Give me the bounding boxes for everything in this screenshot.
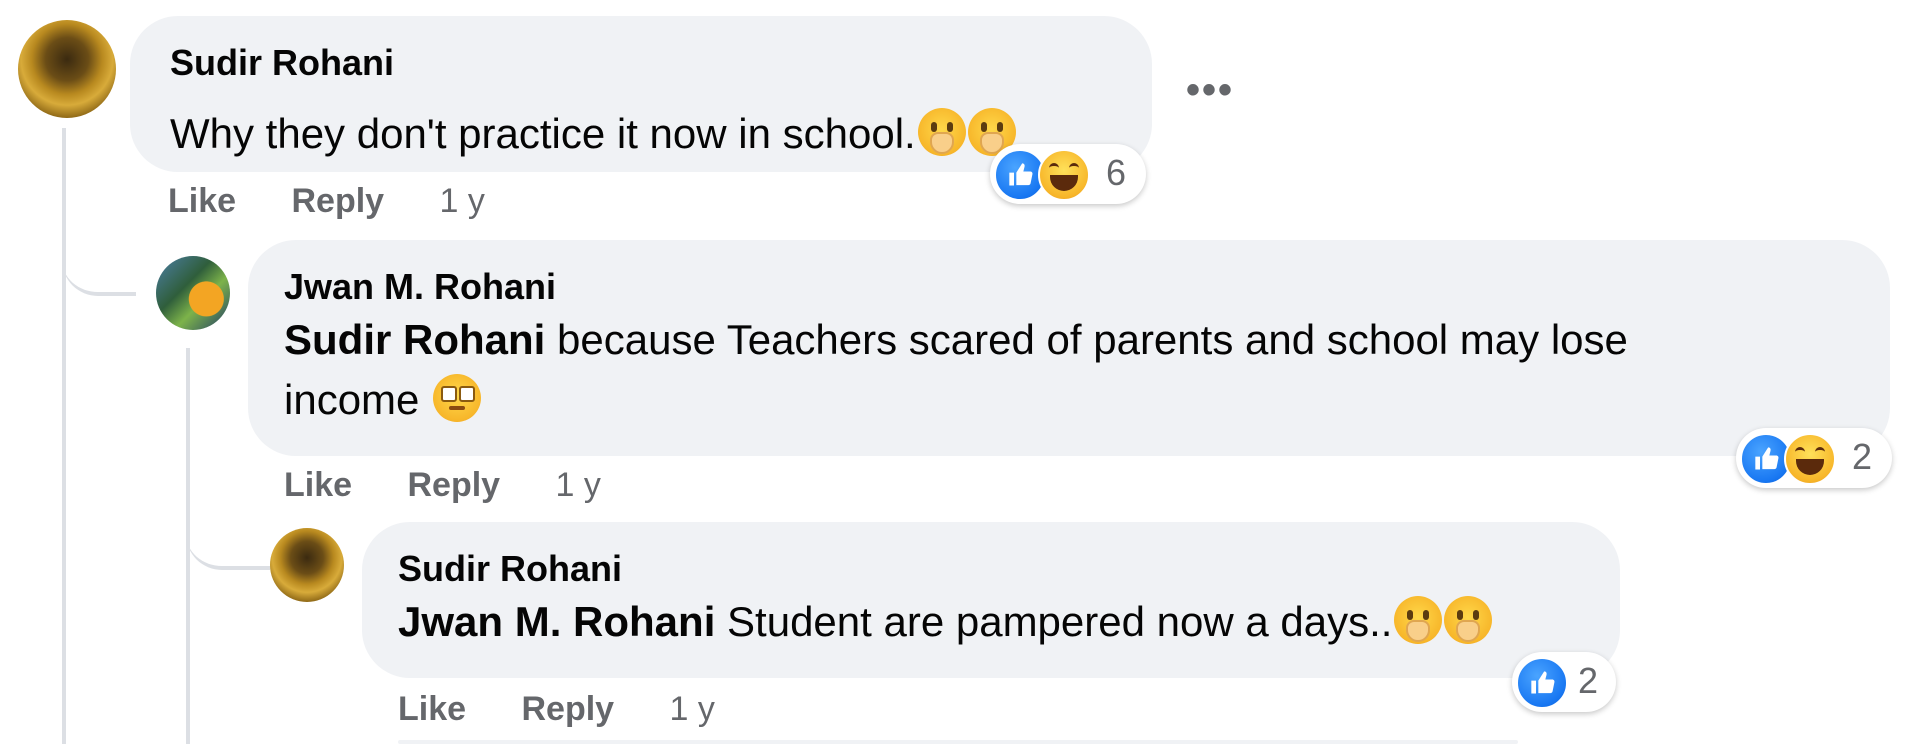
avatar-sudir-rohani[interactable] (270, 528, 344, 602)
comment-text: Jwan M. Rohani Student are pampered now … (398, 592, 1493, 652)
reaction-summary[interactable]: 2 (1736, 428, 1892, 488)
like-reaction-icon (1516, 657, 1568, 709)
mention-link[interactable]: Jwan M. Rohani (398, 598, 715, 645)
mention-link[interactable]: Sudir Rohani (284, 316, 545, 363)
comment-bubble-1: Sudir Rohani Why they don't practice it … (130, 16, 1152, 172)
more-options-icon[interactable]: ••• (1186, 68, 1234, 113)
reply-button[interactable]: Reply (522, 690, 615, 729)
reply-button[interactable]: Reply (292, 182, 385, 221)
comment-timestamp[interactable]: 1 y (670, 690, 715, 729)
hand-over-mouth-emoji (917, 108, 966, 156)
comment-text: Why they don't practice it now in school… (170, 104, 1016, 164)
comment-author[interactable]: Jwan M. Rohani (284, 266, 556, 308)
thread-connector-1 (62, 250, 136, 296)
comment-bubble-3: Sudir Rohani Jwan M. Rohani Student are … (362, 522, 1620, 678)
reaction-summary[interactable]: 2 (1512, 652, 1616, 712)
comment-text: Sudir Rohani because Teachers scared of … (284, 310, 1628, 370)
like-button[interactable]: Like (168, 182, 236, 221)
haha-reaction-icon (1038, 149, 1090, 201)
reaction-summary[interactable]: 6 (990, 144, 1146, 204)
like-button[interactable]: Like (284, 466, 352, 505)
comment-text-continued: income (284, 370, 482, 430)
reaction-count: 2 (1852, 436, 1873, 477)
hand-over-mouth-emoji (1394, 596, 1443, 644)
comment-text-line1: because Teachers scared of parents and s… (545, 316, 1628, 363)
reply-button[interactable]: Reply (408, 466, 501, 505)
avatar-sudir-rohani[interactable] (18, 20, 116, 118)
avatar-jwan-rohani[interactable] (156, 256, 230, 330)
thread-line-main (62, 128, 66, 744)
reaction-count: 2 (1578, 660, 1599, 701)
reaction-count: 6 (1106, 152, 1127, 193)
next-bubble-edge (398, 740, 1518, 744)
hand-over-mouth-emoji (1444, 596, 1493, 644)
comment-text-line2: income (284, 376, 432, 423)
thread-connector-2 (186, 530, 270, 570)
comment-actions: Like Reply 1 y (284, 466, 601, 505)
like-button[interactable]: Like (398, 690, 466, 729)
comment-text-body: Why they don't practice it now in school… (170, 110, 916, 157)
comment-timestamp[interactable]: 1 y (440, 182, 485, 221)
eye-roll-emoji (433, 374, 482, 422)
comment-actions: Like Reply 1 y (168, 182, 485, 221)
comment-actions: Like Reply 1 y (398, 690, 715, 729)
haha-reaction-icon (1784, 433, 1836, 485)
comment-author[interactable]: Sudir Rohani (170, 42, 394, 84)
comment-text-body: Student are pampered now a days.. (715, 598, 1393, 645)
comment-author[interactable]: Sudir Rohani (398, 548, 622, 590)
comment-bubble-2: Jwan M. Rohani Sudir Rohani because Teac… (248, 240, 1890, 456)
comment-timestamp[interactable]: 1 y (556, 466, 601, 505)
